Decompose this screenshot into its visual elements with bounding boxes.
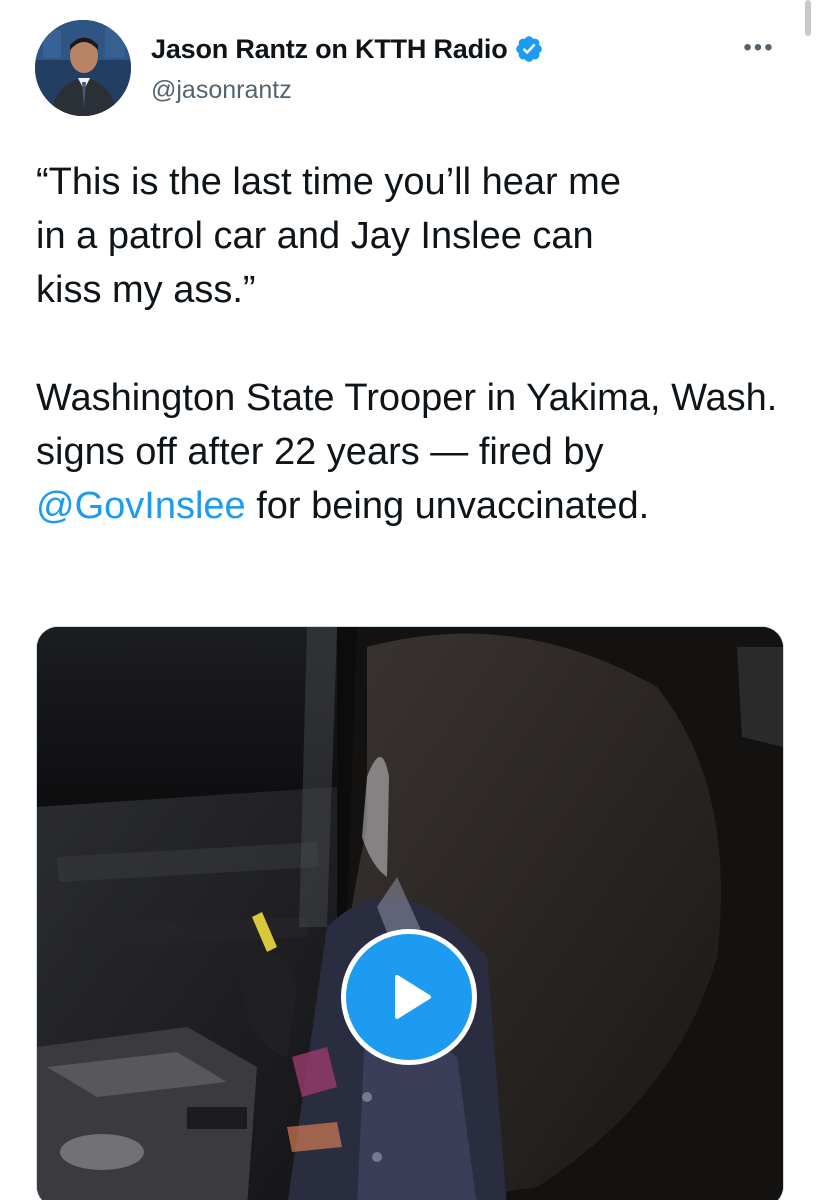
author-handle[interactable]: @jasonrantz xyxy=(151,76,292,105)
tweet-body-text-end: for being unvaccinated. xyxy=(245,485,650,527)
author-name-row: Jason Rantz on KTTH Radio xyxy=(151,29,544,69)
quote-line: “This is the last time you’ll hear me xyxy=(36,161,621,203)
video-thumbnail xyxy=(37,627,783,1200)
quote-line: kiss my ass.” xyxy=(36,269,256,311)
more-options-button[interactable]: ••• xyxy=(741,34,777,62)
tweet-text: “This is the last time you’ll hear me in… xyxy=(36,155,786,533)
tweet-header: Jason Rantz on KTTH Radio @jasonrantz ••… xyxy=(35,20,795,120)
play-icon xyxy=(395,975,431,1019)
verified-badge-icon xyxy=(514,34,544,64)
author-display-name[interactable]: Jason Rantz on KTTH Radio xyxy=(151,34,508,65)
quote-line: in a patrol car and Jay Inslee can xyxy=(36,215,594,257)
mention-link[interactable]: @GovInslee xyxy=(36,485,246,527)
video-player[interactable] xyxy=(36,626,784,1200)
avatar[interactable] xyxy=(35,20,131,116)
more-options-icon: ••• xyxy=(743,34,775,61)
tweet-page: Jason Rantz on KTTH Radio @jasonrantz ••… xyxy=(0,0,817,1200)
play-button[interactable] xyxy=(341,929,477,1065)
tweet-body-text: Washington State Trooper in Yakima, Wash… xyxy=(36,377,778,473)
tweet-body: Washington State Trooper in Yakima, Wash… xyxy=(36,371,786,533)
scrollbar[interactable] xyxy=(805,0,811,36)
